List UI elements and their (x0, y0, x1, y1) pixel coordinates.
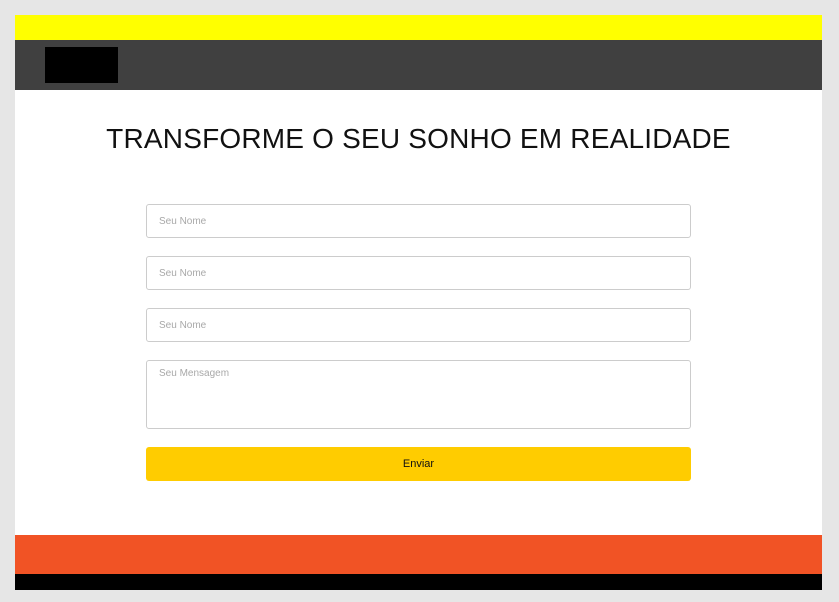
header (15, 40, 822, 90)
logo[interactable] (45, 47, 118, 83)
main-content: TRANSFORME O SEU SONHO EM REALIDADE Envi… (15, 90, 822, 535)
name-field-1[interactable] (146, 204, 691, 238)
name-field-3[interactable] (146, 308, 691, 342)
footer-bottom-bar (15, 574, 822, 590)
top-accent-bar (15, 15, 822, 40)
footer-band (15, 535, 822, 574)
page-title: TRANSFORME O SEU SONHO EM REALIDADE (106, 123, 731, 154)
submit-button[interactable]: Enviar (146, 447, 691, 481)
page: TRANSFORME O SEU SONHO EM REALIDADE Envi… (15, 15, 822, 590)
name-field-2[interactable] (146, 256, 691, 290)
message-field[interactable] (146, 360, 691, 429)
